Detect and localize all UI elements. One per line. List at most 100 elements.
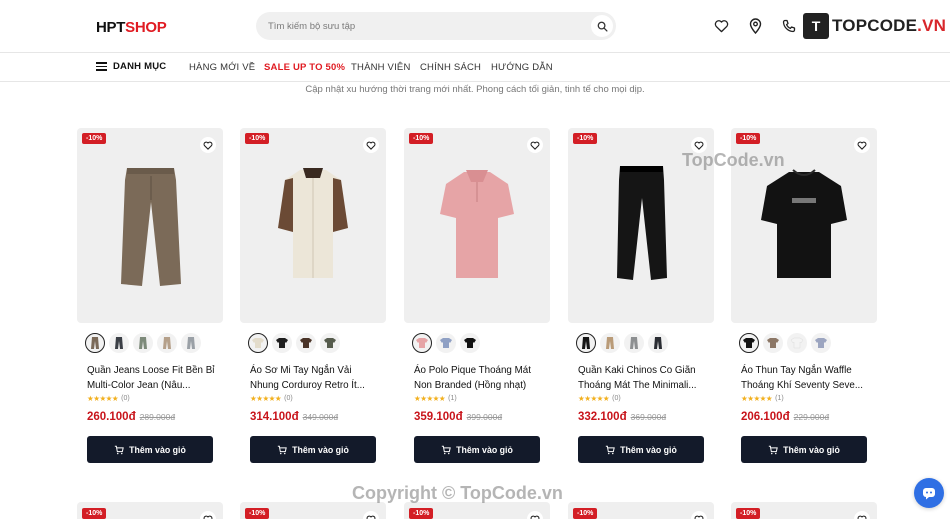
color-swatch[interactable] xyxy=(296,333,316,353)
color-swatch[interactable] xyxy=(739,333,759,353)
color-swatch[interactable] xyxy=(648,333,668,353)
color-swatch[interactable] xyxy=(85,333,105,353)
section-subtitle: Cập nhật xu hướng thời trang mới nhất. P… xyxy=(305,84,645,95)
discount-badge: -10% xyxy=(736,133,761,144)
product-card-partial[interactable]: -10% xyxy=(731,502,877,519)
product-price: 206.100đ 229.000đ xyxy=(741,411,829,423)
product-name[interactable]: Quần Kaki Chinos Co Giãn Thoáng Mát The … xyxy=(578,363,706,393)
add-to-cart-button[interactable]: Thêm vào giỏ xyxy=(578,436,704,463)
color-swatch[interactable] xyxy=(109,333,129,353)
color-swatch[interactable] xyxy=(181,333,201,353)
favorite-button[interactable] xyxy=(527,137,543,153)
product-image[interactable]: -10% xyxy=(77,128,223,323)
add-to-cart-button[interactable]: Thêm vào giỏ xyxy=(87,436,213,463)
search-button[interactable] xyxy=(591,15,613,37)
favorite-button[interactable] xyxy=(200,511,216,519)
star-rating-icon: ★★★★★ xyxy=(250,394,282,403)
heart-icon xyxy=(366,515,376,519)
product-card-partial[interactable]: -10% xyxy=(240,502,386,519)
star-rating-icon: ★★★★★ xyxy=(578,394,610,403)
favorite-button[interactable] xyxy=(854,511,870,519)
color-swatch[interactable] xyxy=(811,333,831,353)
color-swatch[interactable] xyxy=(248,333,268,353)
color-swatch[interactable] xyxy=(600,333,620,353)
product-card-partial[interactable]: -10% xyxy=(568,502,714,519)
favorite-button[interactable] xyxy=(363,137,379,153)
heart-icon xyxy=(694,141,704,150)
favorite-button[interactable] xyxy=(527,511,543,519)
nav-item-members[interactable]: THÀNH VIÊN xyxy=(351,62,411,73)
favorite-button[interactable] xyxy=(691,511,707,519)
discount-badge: -10% xyxy=(245,508,270,519)
add-to-cart-button[interactable]: Thêm vào giỏ xyxy=(741,436,867,463)
color-swatch[interactable] xyxy=(787,333,807,353)
cart-icon xyxy=(605,445,615,454)
product-card[interactable]: -10% Quần Jeans Loose Fit Bền Bỉ Multi-C… xyxy=(77,128,223,468)
discount-badge: -10% xyxy=(82,133,107,144)
color-swatches xyxy=(248,333,340,355)
site-logo[interactable]: HPTSHOP xyxy=(96,19,167,36)
product-card-partial[interactable]: -10% xyxy=(77,502,223,519)
nav-category-menu[interactable]: DANH MỤC xyxy=(96,61,166,72)
chat-support-button[interactable] xyxy=(914,478,944,508)
nav-item-guide[interactable]: HƯỚNG DẪN xyxy=(491,62,553,73)
wishlist-button[interactable] xyxy=(712,17,730,35)
product-card[interactable]: -10% Áo Thun Tay Ngắn Waffle Thoáng Khí … xyxy=(731,128,877,468)
color-swatch[interactable] xyxy=(460,333,480,353)
nav-category-label: DANH MỤC xyxy=(113,61,167,72)
color-swatch[interactable] xyxy=(157,333,177,353)
color-swatch[interactable] xyxy=(320,333,340,353)
color-swatch[interactable] xyxy=(133,333,153,353)
add-to-cart-button[interactable]: Thêm vào giỏ xyxy=(250,436,376,463)
heart-icon xyxy=(203,515,213,519)
original-price: 289.000đ xyxy=(139,412,176,422)
search-input[interactable] xyxy=(268,18,588,34)
original-price: 229.000đ xyxy=(793,412,830,422)
favorite-button[interactable] xyxy=(854,137,870,153)
add-to-cart-button[interactable]: Thêm vào giỏ xyxy=(414,436,540,463)
cart-icon xyxy=(277,445,287,454)
location-pin-icon xyxy=(749,18,761,34)
color-swatch[interactable] xyxy=(272,333,292,353)
product-rating: ★★★★★ (1) xyxy=(414,394,457,403)
product-photo xyxy=(278,168,348,278)
search-icon xyxy=(597,21,608,32)
color-swatch[interactable] xyxy=(436,333,456,353)
cart-icon xyxy=(768,445,778,454)
hotline-button[interactable] xyxy=(780,17,798,35)
nav-item-new-arrivals[interactable]: HÀNG MỚI VỀ xyxy=(189,62,255,73)
heart-icon xyxy=(366,141,376,150)
heart-icon xyxy=(694,515,704,519)
logo-text-shop: SHOP xyxy=(125,19,167,36)
color-swatch[interactable] xyxy=(576,333,596,353)
heart-icon xyxy=(530,141,540,150)
product-name[interactable]: Áo Sơ Mi Tay Ngắn Vải Nhung Corduroy Ret… xyxy=(250,363,378,393)
color-swatch[interactable] xyxy=(763,333,783,353)
sale-price: 332.100đ xyxy=(578,411,627,423)
watermark-badge: T xyxy=(803,13,829,39)
favorite-button[interactable] xyxy=(363,511,379,519)
product-name[interactable]: Áo Thun Tay Ngắn Waffle Thoáng Khí Seven… xyxy=(741,363,869,393)
product-card[interactable]: -10% Quần Kaki Chinos Co Giãn Thoáng Mát… xyxy=(568,128,714,468)
product-card[interactable]: -10% Áo Sơ Mi Tay Ngắn Vải Nhung Corduro… xyxy=(240,128,386,468)
product-name[interactable]: Quần Jeans Loose Fit Bền Bỉ Multi-Color … xyxy=(87,363,215,393)
favorite-button[interactable] xyxy=(200,137,216,153)
product-image[interactable]: -10% xyxy=(240,128,386,323)
discount-badge: -10% xyxy=(573,508,598,519)
nav-item-policy[interactable]: CHÍNH SÁCH xyxy=(420,62,481,73)
product-image[interactable]: -10% xyxy=(404,128,550,323)
product-name[interactable]: Áo Polo Pique Thoáng Mát Non Branded (Hồ… xyxy=(414,363,542,393)
heart-icon xyxy=(203,141,213,150)
color-swatch[interactable] xyxy=(624,333,644,353)
product-price: 260.100đ 289.000đ xyxy=(87,411,175,423)
store-locator-button[interactable] xyxy=(746,17,764,35)
nav-item-sale[interactable]: SALE UP TO 50% xyxy=(264,62,345,73)
menu-icon xyxy=(96,62,107,71)
star-rating-icon: ★★★★★ xyxy=(87,394,119,403)
color-swatches xyxy=(739,333,831,355)
product-card[interactable]: -10% Áo Polo Pique Thoáng Mát Non Brande… xyxy=(404,128,550,468)
cart-icon xyxy=(114,445,124,454)
color-swatches xyxy=(576,333,668,355)
product-card-partial[interactable]: -10% xyxy=(404,502,550,519)
color-swatch[interactable] xyxy=(412,333,432,353)
